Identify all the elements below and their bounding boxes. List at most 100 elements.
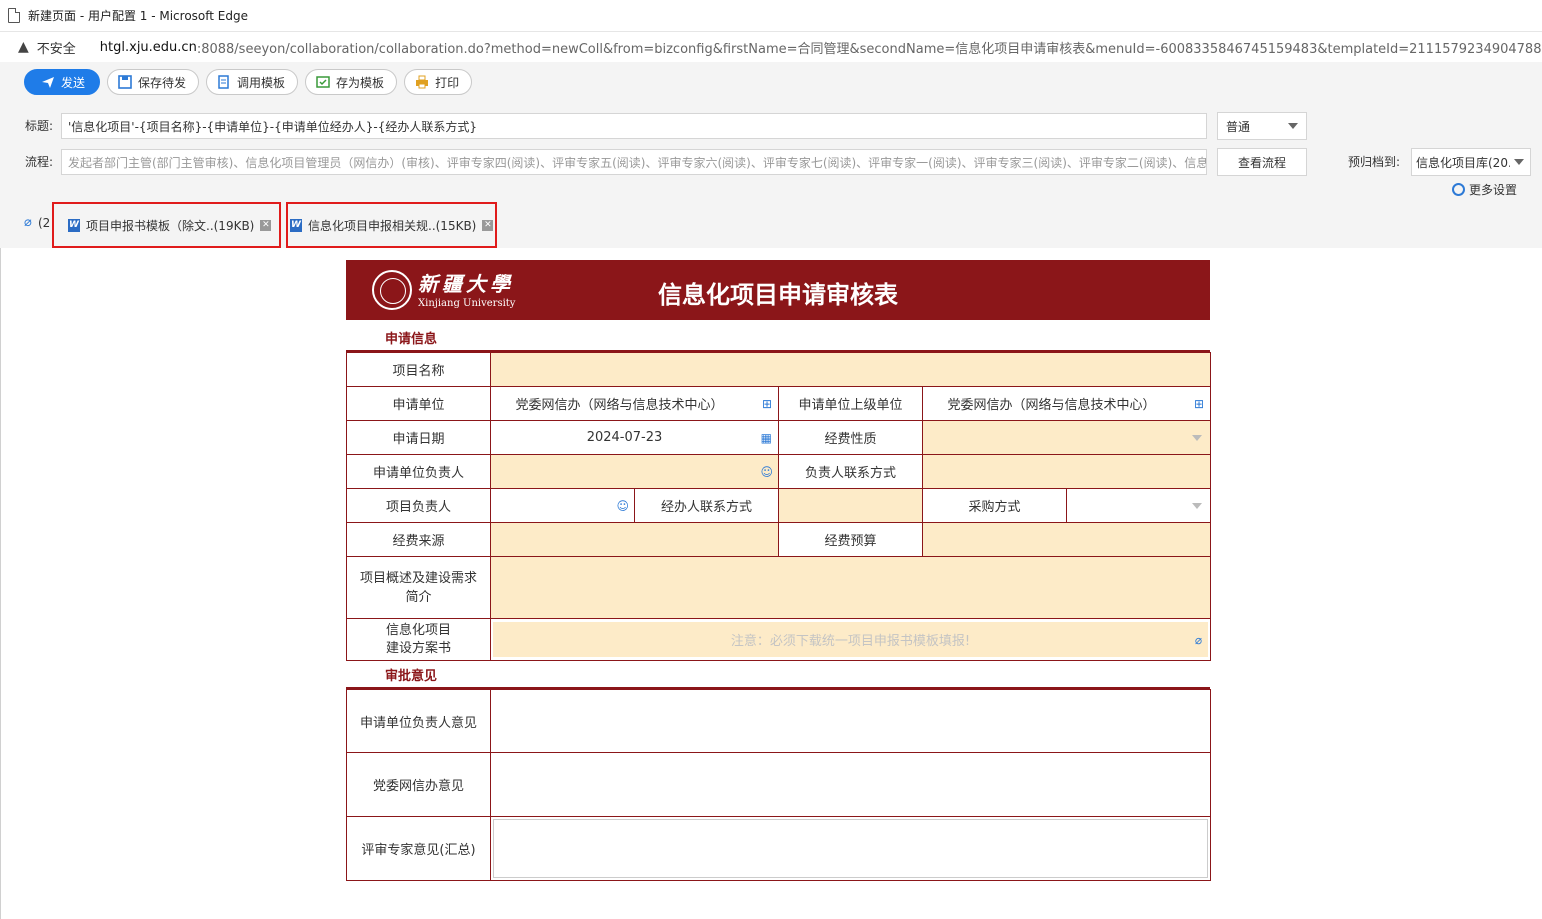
project-leader-field[interactable]: ☺ <box>490 488 635 523</box>
action-toolbar: 发送 保存待发 调用模板 存为模板 打印 <box>0 62 1542 102</box>
apply-info-table: 项目名称 申请单位 党委网信办（网络与信息技术中心） ⊞ 申请单位上级单位 党委… <box>346 352 1212 661</box>
person-picker-icon[interactable]: ☺ <box>760 465 773 479</box>
plan-attachment-field[interactable]: 注意：必须下载统一项目申报书模板填报! ⌀ <box>489 618 1212 661</box>
paperclip-icon[interactable]: ⌀ <box>24 215 32 230</box>
flow-label: 流程: <box>25 155 54 169</box>
insecure-label[interactable]: 不安全 <box>37 38 76 57</box>
cac-opinion-field[interactable] <box>490 752 1211 817</box>
person-picker-icon[interactable]: ☺ <box>616 499 629 513</box>
parent-unit-label: 申请单位上级单位 <box>778 386 923 421</box>
form-banner: 新疆大學 Xinjiang University 信息化项目申请审核表 <box>346 260 1210 320</box>
attachment-count: (2 <box>38 216 51 230</box>
apply-date-value: 2024-07-23 <box>586 430 663 445</box>
org-picker-icon[interactable]: ⊞ <box>1194 397 1204 411</box>
attachment-bar: ⌀ (2 W 项目申报书模板（除文..(19KB) ✕ W 信息化项目申报相关规… <box>0 202 1542 248</box>
attachment-name[interactable]: 项目申报书模板（除文..(19KB) <box>86 217 254 234</box>
plan-label-line1: 信息化项目 <box>385 622 451 638</box>
plan-label: 信息化项目 建设方案书 <box>346 618 491 661</box>
archive-label: 预归档到: <box>1348 155 1401 169</box>
flow-input[interactable]: 发起者部门主管(部门主管审核)、信息化项目管理员（网信办）(审核)、评审专家四(… <box>61 149 1207 175</box>
url-path[interactable]: :8088/seeyon/collaboration/collaboration… <box>197 38 1542 57</box>
word-file-icon: W <box>290 218 302 232</box>
print-icon <box>416 75 429 89</box>
fund-budget-label: 经费预算 <box>778 522 923 557</box>
more-settings-link[interactable]: 更多设置 <box>1452 181 1517 198</box>
send-icon <box>42 77 54 88</box>
unit-leader-opinion-field[interactable] <box>490 689 1211 753</box>
view-flow-button[interactable]: 查看流程 <box>1217 148 1307 176</box>
save-icon <box>118 75 132 89</box>
fund-source-label: 经费来源 <box>346 522 491 557</box>
remove-attachment-icon[interactable]: ✕ <box>260 219 272 231</box>
fund-nature-select[interactable] <box>921 420 1212 455</box>
priority-select[interactable]: 普通 <box>1217 112 1307 140</box>
chevron-down-icon <box>1288 123 1298 129</box>
expert-opinion-textarea[interactable] <box>493 819 1208 878</box>
use-template-button[interactable]: 调用模板 <box>206 69 299 95</box>
apply-date-field[interactable]: 2024-07-23 ▦ <box>490 420 779 455</box>
subject-label: 标题: <box>25 119 54 133</box>
handler-contact-label: 经办人联系方式 <box>634 488 779 523</box>
window-title: 新建页面 - 用户配置 1 - Microsoft Edge <box>28 9 248 23</box>
subject-input[interactable]: '信息化项目'-{项目名称}-{申请单位}-{申请单位经办人}-{经办人联系方式… <box>61 113 1207 139</box>
leader-contact-label: 负责人联系方式 <box>778 454 923 489</box>
applicant-unit-field[interactable]: 党委网信办（网络与信息技术中心） ⊞ <box>490 386 779 421</box>
applicant-unit-label: 申请单位 <box>346 386 491 421</box>
warning-icon[interactable]: ▲ <box>18 39 29 55</box>
print-label: 打印 <box>435 75 460 90</box>
leader-contact-input[interactable] <box>921 454 1212 489</box>
fund-nature-label: 经费性质 <box>778 420 923 455</box>
expert-opinion-field[interactable] <box>490 816 1211 881</box>
save-template-label: 存为模板 <box>336 75 385 90</box>
save-template-icon <box>316 76 330 88</box>
paperclip-icon[interactable]: ⌀ <box>1195 633 1202 647</box>
calendar-icon[interactable]: ▦ <box>761 431 772 445</box>
chevron-down-icon <box>1192 434 1203 441</box>
send-label: 发送 <box>61 75 86 90</box>
form-title: 信息化项目申请审核表 <box>658 281 898 309</box>
use-template-label: 调用模板 <box>237 75 286 90</box>
priority-value: 普通 <box>1226 119 1251 134</box>
project-leader-label: 项目负责人 <box>346 488 491 523</box>
attachment-item[interactable]: W 信息化项目申报相关规..(15KB) ✕ <box>286 202 497 248</box>
parent-unit-value: 党委网信办（网络与信息技术中心） <box>947 398 1156 413</box>
save-draft-button[interactable]: 保存待发 <box>107 69 200 95</box>
archive-value: 信息化项目库(20. <box>1416 155 1510 170</box>
applicant-unit-value: 党委网信办（网络与信息技术中心） <box>515 398 724 413</box>
cac-opinion-label: 党委网信办意见 <box>346 752 491 817</box>
print-button[interactable]: 打印 <box>404 69 473 95</box>
remove-attachment-icon[interactable]: ✕ <box>482 219 494 231</box>
save-draft-label: 保存待发 <box>138 75 187 90</box>
header-form: 标题: '信息化项目'-{项目名称}-{申请单位}-{申请单位经办人}-{经办人… <box>0 102 1542 202</box>
parent-unit-field[interactable]: 党委网信办（网络与信息技术中心） ⊞ <box>921 386 1212 421</box>
section-title-apply: 申请信息 <box>385 332 438 347</box>
gear-icon <box>1452 183 1465 196</box>
purchase-method-select[interactable] <box>1065 488 1212 523</box>
archive-select[interactable]: 信息化项目库(20. <box>1411 148 1531 176</box>
fund-budget-input[interactable] <box>921 522 1212 557</box>
overview-textarea[interactable] <box>489 556 1212 619</box>
org-picker-icon[interactable]: ⊞ <box>762 397 772 411</box>
save-template-button[interactable]: 存为模板 <box>305 69 398 95</box>
page-icon <box>8 8 20 23</box>
apply-date-label: 申请日期 <box>346 420 491 455</box>
send-button[interactable]: 发送 <box>24 69 101 95</box>
fund-source-input[interactable] <box>490 522 779 557</box>
attachment-name[interactable]: 信息化项目申报相关规..(15KB) <box>308 217 476 234</box>
window-titlebar: 新建页面 - 用户配置 1 - Microsoft Edge <box>0 0 1542 32</box>
unit-leader-field[interactable]: ☺ <box>490 454 779 489</box>
attachment-item[interactable]: W 项目申报书模板（除文..(19KB) ✕ <box>52 202 281 248</box>
word-file-icon: W <box>68 218 80 232</box>
chevron-down-icon <box>1514 159 1524 165</box>
unit-leader-label: 申请单位负责人 <box>346 454 491 489</box>
project-name-label: 项目名称 <box>346 352 491 387</box>
handler-contact-input[interactable] <box>778 488 923 523</box>
overview-label: 项目概述及建设需求 简介 <box>346 556 491 619</box>
plan-label-line2: 建设方案书 <box>385 640 451 656</box>
approval-table: 申请单位负责人意见 党委网信办意见 评审专家意见(汇总) <box>346 689 1211 881</box>
section-title-approve: 审批意见 <box>385 669 438 684</box>
url-host[interactable]: htgl.xju.edu.cn <box>100 40 197 55</box>
project-name-input[interactable] <box>489 352 1212 387</box>
chevron-down-icon <box>1192 502 1203 509</box>
address-bar[interactable]: ▲ 不安全 htgl.xju.edu.cn:8088/seeyon/collab… <box>0 32 1542 62</box>
